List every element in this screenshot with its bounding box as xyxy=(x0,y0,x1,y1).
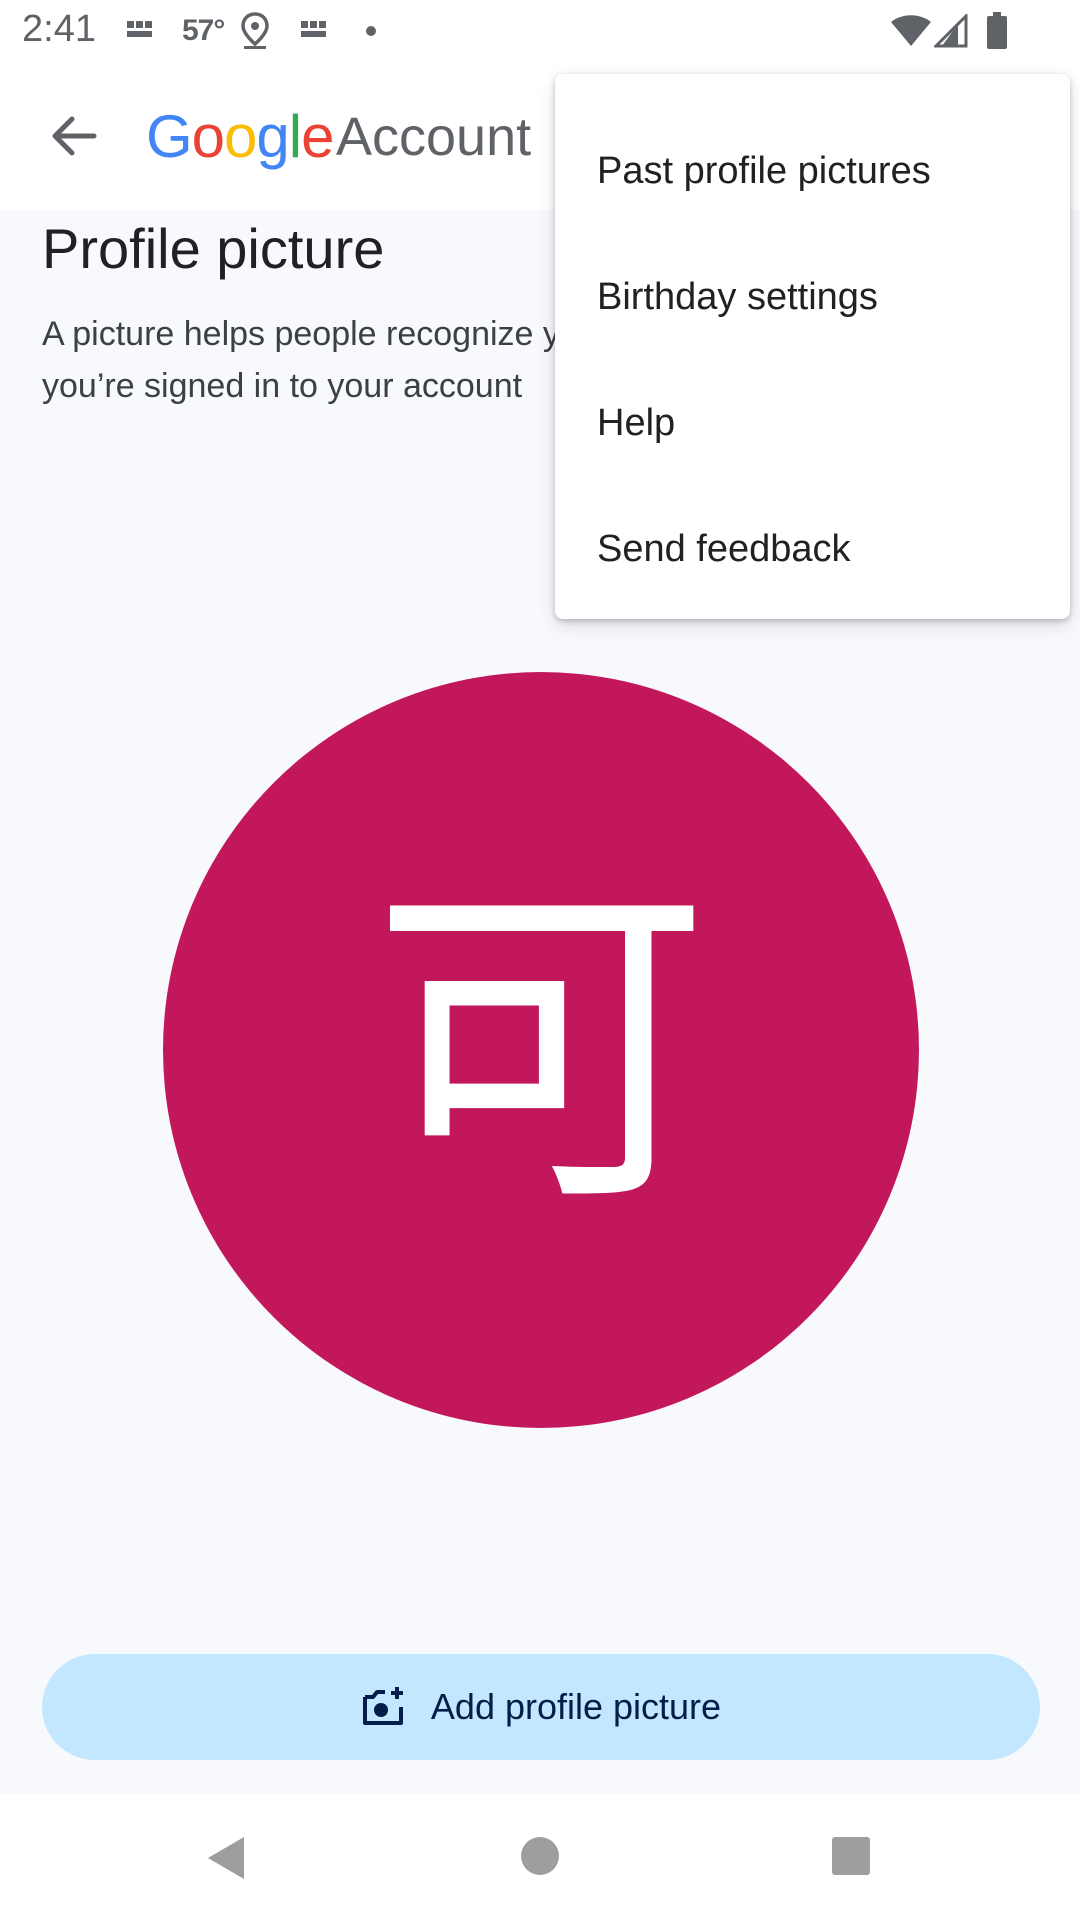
account-title: Account xyxy=(336,107,532,167)
status-bar: 2:41 57° xyxy=(0,0,1080,62)
battery-icon xyxy=(987,12,1007,49)
avatar-initial: 可 xyxy=(371,852,711,1248)
back-arrow-icon[interactable] xyxy=(40,102,108,170)
nav-back-icon[interactable] xyxy=(204,1835,248,1881)
logo-letter: e xyxy=(301,103,334,170)
menu-item-birthday-settings[interactable]: Birthday settings xyxy=(555,234,1070,360)
google-logo: Google xyxy=(146,102,335,171)
logo-letter: g xyxy=(256,103,289,170)
avatar[interactable]: 可 xyxy=(163,672,919,1428)
add-a-photo-icon xyxy=(362,1687,403,1725)
overflow-menu: Past profile pictures Birthday settings … xyxy=(555,74,1070,619)
notification-dot-icon xyxy=(366,26,376,36)
menu-item-help[interactable]: Help xyxy=(555,360,1070,486)
location-pin-icon xyxy=(241,12,269,49)
page-title: Profile picture xyxy=(42,217,385,280)
nav-recents-icon[interactable] xyxy=(832,1837,870,1875)
status-temperature: 57° xyxy=(182,14,225,47)
bbc-news-icon xyxy=(127,21,152,37)
nav-home-icon[interactable] xyxy=(521,1837,559,1875)
bbc-news-icon xyxy=(301,21,326,37)
status-time: 2:41 xyxy=(22,8,96,50)
add-profile-picture-label: Add profile picture xyxy=(430,1686,722,1727)
logo-letter: l xyxy=(288,103,302,170)
system-nav-bar xyxy=(0,1793,1080,1920)
add-profile-picture-button[interactable]: Add profile picture xyxy=(42,1654,1040,1760)
menu-item-send-feedback[interactable]: Send feedback xyxy=(555,486,1070,612)
menu-item-past-profile-pictures[interactable]: Past profile pictures xyxy=(555,108,1070,234)
screen: 2:41 57° Google Account Profile picture … xyxy=(0,0,1080,1920)
logo-letter: G xyxy=(146,103,193,170)
cell-signal-icon xyxy=(934,14,968,48)
logo-letter: o xyxy=(191,103,225,170)
logo-letter: o xyxy=(224,103,257,170)
wifi-icon xyxy=(891,15,931,46)
